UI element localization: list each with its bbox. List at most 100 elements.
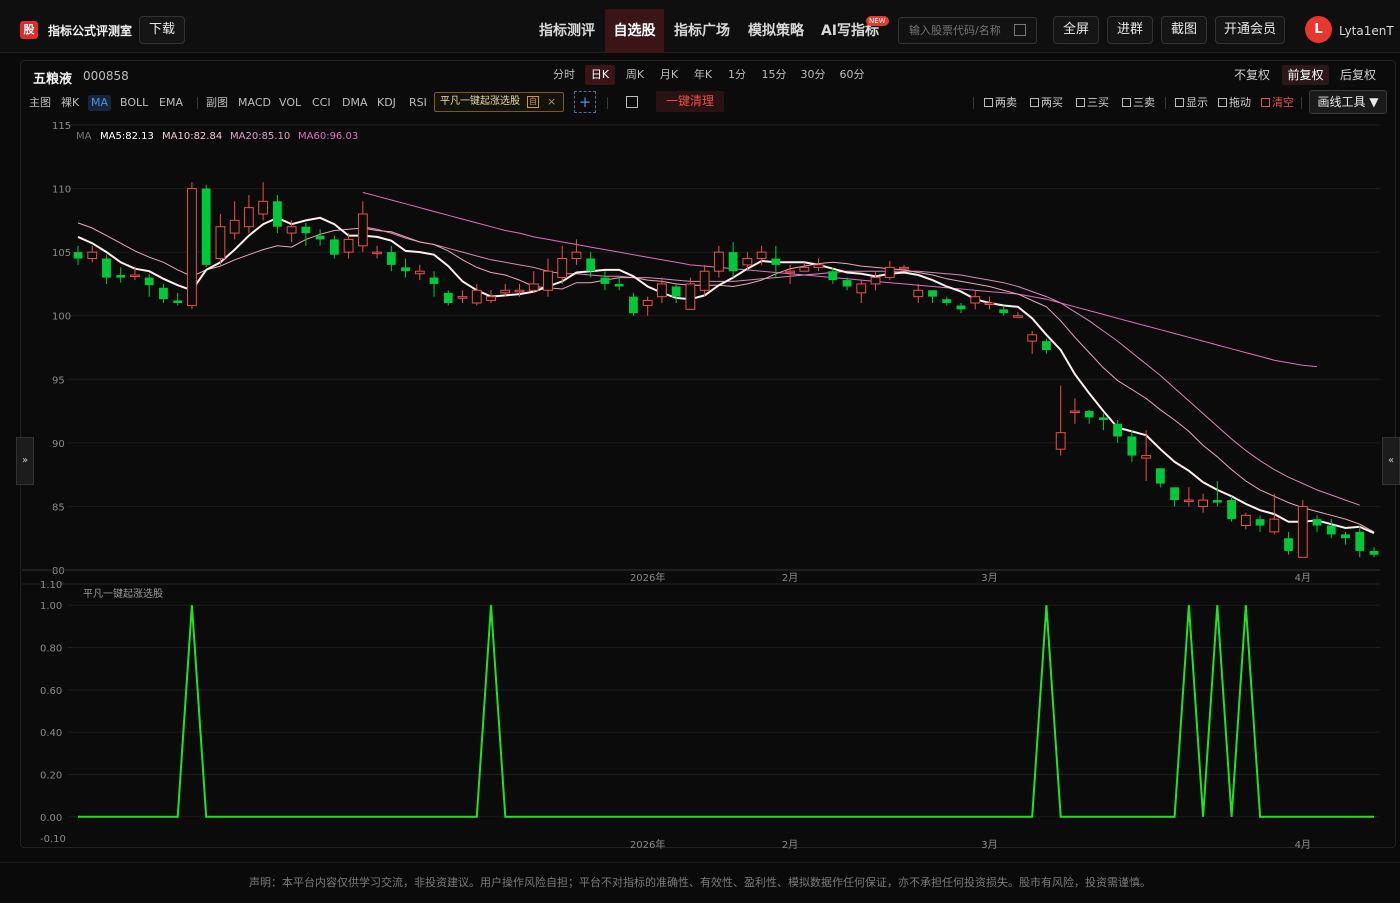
y-tick-label: 1.10	[40, 580, 62, 591]
candle	[799, 266, 810, 272]
candle	[258, 200, 269, 215]
price-chart[interactable]: 80 85 90 95 100 105 110 115 2026年 2026年 2月 2月 3月 3月 4月…	[0, 0, 1400, 900]
candle	[1013, 315, 1023, 318]
y-tick-label: 100	[52, 312, 71, 323]
candle	[386, 252, 396, 265]
candle	[1027, 334, 1038, 342]
candle	[301, 226, 311, 234]
candle	[187, 188, 197, 307]
candle	[87, 251, 98, 259]
candle	[942, 299, 952, 303]
candle	[1297, 505, 1308, 558]
ma-legend-item: MA60:96.03	[298, 131, 358, 142]
candle	[315, 235, 325, 240]
candle	[557, 258, 568, 279]
candle	[443, 292, 453, 303]
candle	[884, 266, 895, 279]
candle	[629, 296, 638, 314]
candle	[1355, 531, 1365, 551]
y-tick-label: 110	[52, 185, 71, 196]
candle	[785, 270, 796, 274]
y-tick-label: 115	[52, 121, 71, 132]
y-tick-label: 90	[52, 439, 65, 450]
candle	[215, 226, 226, 259]
ma-legend-item: MA5:82.13	[100, 131, 154, 142]
y-tick-label: 0.80	[40, 644, 62, 655]
candle	[600, 277, 610, 284]
candle	[343, 238, 354, 253]
candle	[486, 296, 496, 301]
candle	[1255, 519, 1265, 526]
candle	[429, 277, 439, 284]
candle	[1042, 341, 1051, 351]
candle	[928, 290, 937, 297]
candle	[913, 289, 924, 298]
candle	[842, 280, 852, 287]
x-tick-label: 3月	[981, 839, 997, 851]
candle	[1212, 500, 1222, 503]
candle	[201, 188, 211, 265]
candle	[272, 201, 282, 227]
candle	[1070, 410, 1080, 414]
candle	[1084, 411, 1094, 418]
candle	[159, 287, 168, 300]
candle	[372, 251, 382, 255]
y-tick-label: 0.00	[40, 813, 62, 824]
y-tick-label: -0.10	[40, 834, 66, 845]
candle	[173, 300, 183, 303]
candle	[1198, 499, 1209, 507]
candle	[514, 289, 525, 293]
candle	[699, 270, 710, 291]
candle	[1141, 455, 1152, 459]
candle	[1170, 487, 1180, 501]
candle	[828, 271, 838, 281]
x-tick-label: 2026年	[630, 571, 665, 584]
candle	[1284, 538, 1293, 551]
candle	[1269, 518, 1280, 533]
ma-legend-label: MA	[76, 131, 92, 142]
candle	[1183, 499, 1194, 503]
y-tick-label: 0.60	[40, 686, 62, 697]
candle	[1098, 417, 1108, 420]
candle	[471, 289, 482, 304]
x-tick-label: 2026年	[630, 838, 665, 851]
ma60-line	[362, 191, 1318, 368]
candle	[329, 239, 339, 255]
candle	[1227, 500, 1236, 520]
candle	[243, 207, 254, 228]
x-tick-label: 3月	[981, 572, 997, 584]
candle	[286, 226, 297, 234]
candle	[1155, 468, 1165, 484]
ma10-line	[77, 222, 1375, 533]
candle	[1055, 432, 1066, 450]
candle	[144, 277, 154, 286]
candle	[899, 266, 909, 270]
candle	[73, 252, 83, 259]
candle	[229, 219, 240, 234]
candle	[970, 296, 981, 304]
left-collapse-handle[interactable]: »	[16, 437, 34, 485]
signal-line	[78, 605, 1374, 818]
candle	[102, 258, 111, 278]
disclaimer: 声明：本平台内容仅供学习交流，非投资建议。用户操作风险自担；平台不对指标的准确性…	[0, 862, 1400, 900]
candle	[1127, 436, 1137, 456]
right-collapse-handle[interactable]: «	[1382, 437, 1400, 485]
candle	[771, 258, 781, 265]
candle	[999, 309, 1009, 314]
ma-legend-item: MA20:85.10	[230, 131, 290, 142]
x-tick-label: 4月	[1295, 572, 1311, 584]
y-tick-label: 0.40	[40, 728, 62, 739]
x-tick-label: 4月	[1295, 839, 1311, 851]
candle	[571, 251, 582, 259]
candle	[130, 274, 140, 278]
candle	[543, 270, 553, 291]
y-tick-label: 85	[52, 502, 65, 513]
y-tick-label: 95	[52, 375, 65, 386]
y-tick-label: 80	[52, 566, 65, 577]
candle	[1312, 519, 1322, 526]
candle	[956, 305, 966, 310]
x-tick-label: 2月	[782, 572, 798, 584]
candle	[1240, 514, 1251, 526]
candle	[500, 289, 511, 294]
candle	[713, 251, 724, 272]
